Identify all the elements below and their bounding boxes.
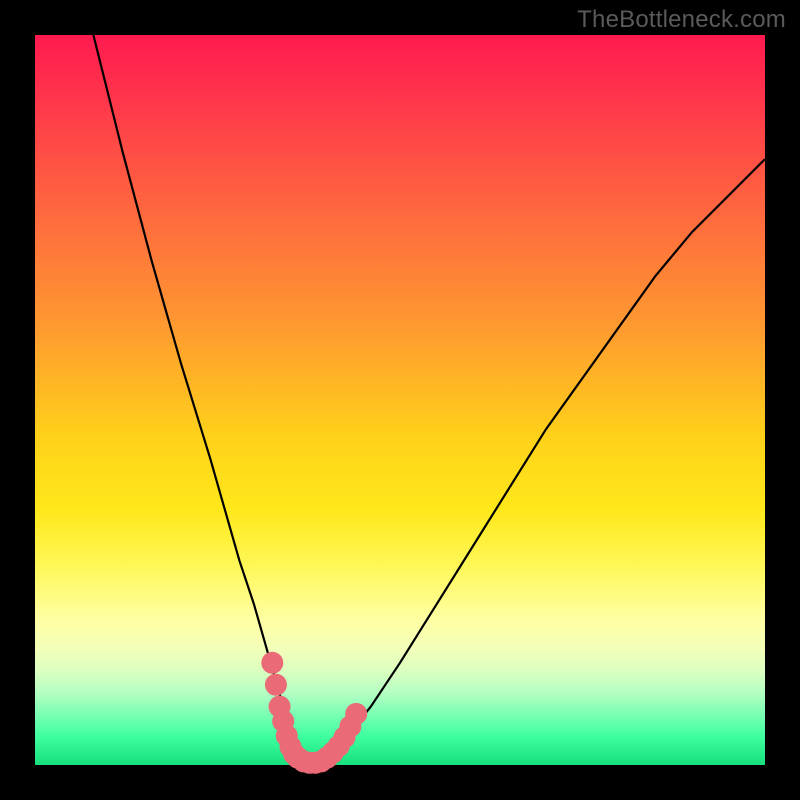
watermark-text: TheBottleneck.com <box>577 6 786 34</box>
bottleneck-curve <box>93 35 765 765</box>
bead-marker <box>265 674 287 696</box>
curve-svg <box>35 35 765 765</box>
highlight-beads <box>261 652 367 774</box>
outer-frame: TheBottleneck.com <box>0 0 800 800</box>
bead-marker <box>261 652 283 674</box>
plot-area <box>35 35 765 765</box>
bead-marker <box>345 703 367 725</box>
